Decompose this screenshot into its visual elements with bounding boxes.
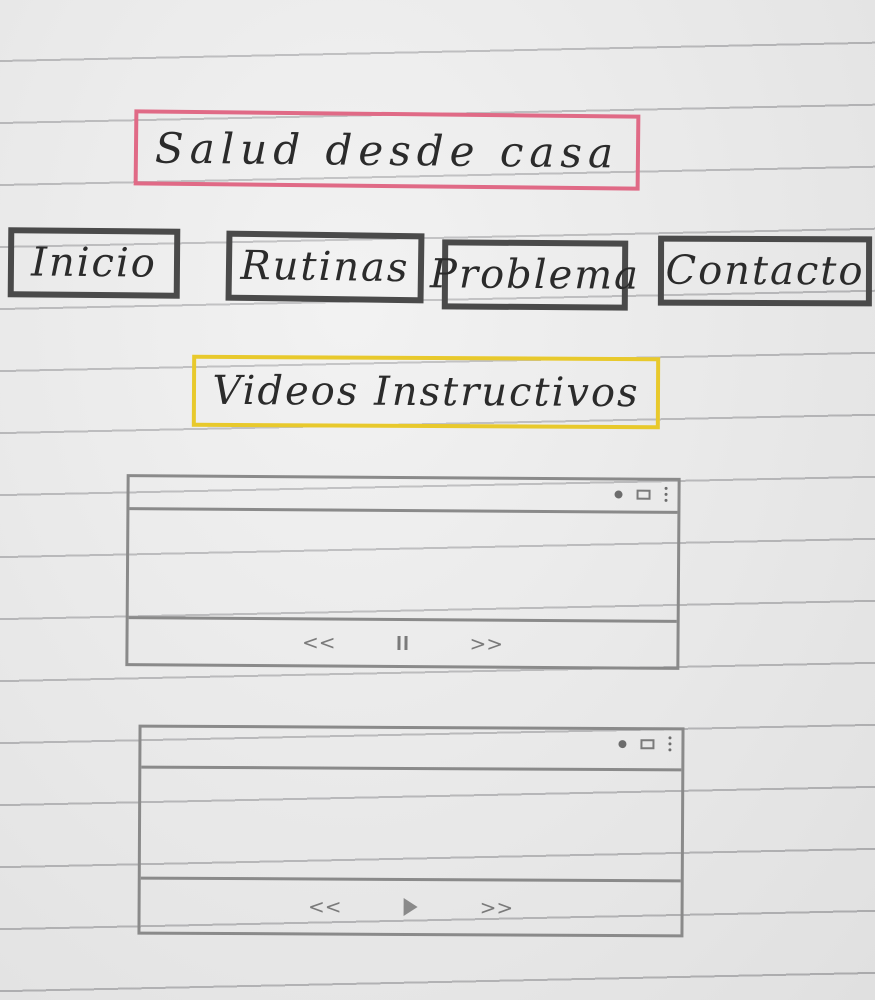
site-title: Salud desde casa <box>133 109 641 191</box>
dot-icon[interactable] <box>614 489 623 499</box>
rewind-button[interactable]: << <box>308 894 342 918</box>
nav-item-contacto[interactable]: Contacto <box>657 235 873 307</box>
square-icon[interactable] <box>636 489 651 500</box>
rewind-button[interactable]: << <box>302 630 336 654</box>
video-controls: << >> <box>128 616 677 667</box>
video-player[interactable]: << >> <box>137 724 685 938</box>
video-player[interactable]: << >> <box>125 474 681 670</box>
nav-item-inicio[interactable]: Inicio <box>7 227 181 299</box>
video-screen[interactable] <box>129 510 678 621</box>
video-screen[interactable] <box>141 769 682 879</box>
forward-button[interactable]: >> <box>480 895 514 919</box>
video-player-toolbar <box>614 486 668 502</box>
forward-button[interactable]: >> <box>469 631 503 655</box>
kebab-menu-icon[interactable] <box>668 736 672 752</box>
square-icon[interactable] <box>640 738 655 749</box>
video-player-toolbar <box>618 736 672 752</box>
video-player-topbar <box>141 727 682 772</box>
dot-icon[interactable] <box>618 739 627 748</box>
nav-item-problema[interactable]: Problema <box>430 239 640 311</box>
pause-icon[interactable] <box>397 635 408 651</box>
video-controls: << >> <box>140 876 681 935</box>
play-icon[interactable] <box>403 897 418 917</box>
nav-item-rutinas[interactable]: Rutinas <box>225 230 425 304</box>
video-player-topbar <box>129 477 678 514</box>
kebab-menu-icon[interactable] <box>664 486 668 502</box>
section-heading: Videos Instructivos <box>191 354 661 430</box>
